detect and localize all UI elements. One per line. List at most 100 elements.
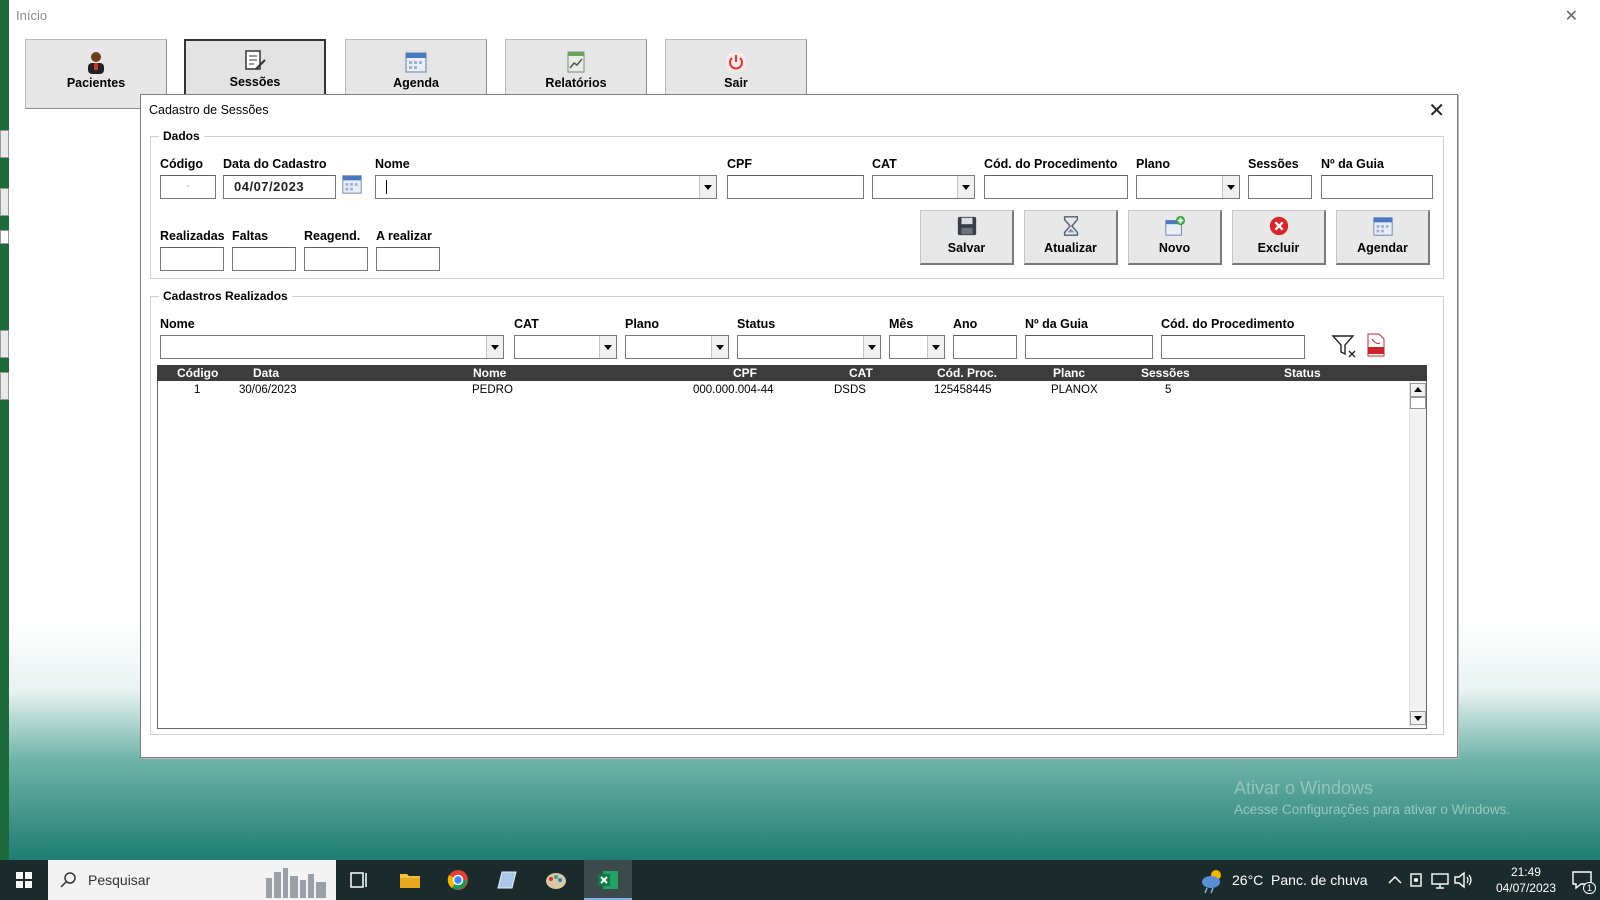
chevron-down-icon[interactable] [927,336,944,358]
taskbar-clock[interactable]: 21:49 04/07/2023 [1496,864,1556,896]
meet-now-icon[interactable] [1405,868,1429,892]
weather-rain-icon[interactable] [1199,866,1227,894]
chevron-down-icon[interactable] [711,336,728,358]
text-caret [386,180,387,194]
cat-label: CAT [872,157,897,171]
plano-combobox[interactable] [1136,175,1240,199]
dialog-close-button[interactable]: ✕ [1428,98,1445,123]
filter-nome-combobox[interactable] [160,335,504,359]
new-button[interactable]: Novo [1128,210,1222,265]
notes-app-icon[interactable] [496,868,520,892]
activation-watermark-title: Ativar o Windows [1234,778,1374,798]
filter-ano-field[interactable] [953,335,1017,359]
filter-nome-label: Nome [160,317,195,331]
filter-cat-label: CAT [514,317,539,331]
excel-taskbar-button[interactable] [584,860,632,900]
window-title: Início [16,8,48,23]
reagend-field[interactable] [304,247,368,271]
cell-cat: DSDS [834,384,866,396]
cell-data: 30/06/2023 [239,384,297,396]
filter-ano-label: Ano [953,317,978,331]
nav-label: Agenda [393,76,439,90]
city-skyline-icon [266,868,326,898]
volume-icon[interactable] [1451,868,1475,892]
power-icon [726,52,746,72]
taskbar-search-box[interactable]: Pesquisar [48,860,336,900]
sessoes-field[interactable] [1248,175,1312,199]
task-view-icon[interactable] [347,868,371,892]
chevron-down-icon[interactable] [699,176,716,198]
schedule-label: Agendar [1357,241,1408,255]
activation-watermark-text: Acesse Configurações para ativar o Windo… [1234,802,1511,817]
sessions-list[interactable]: 1 30/06/2023 PEDRO 000.000.004-44 DSDS 1… [157,381,1427,729]
pdf-export-icon[interactable] [1365,333,1387,357]
save-label: Salvar [947,241,986,255]
filter-mes-combobox[interactable] [889,335,945,359]
cat-combobox[interactable] [872,175,975,199]
column-header[interactable]: Código [177,366,218,380]
column-header[interactable]: Data [253,366,279,380]
table-row[interactable]: 1 30/06/2023 PEDRO 000.000.004-44 DSDS 1… [158,383,1408,398]
filter-cod-proc-label: Cód. do Procedimento [1161,317,1295,331]
left-window-edge [0,0,9,860]
cell-plano: PLANOX [1051,384,1098,396]
a-realizar-field[interactable] [376,247,440,271]
chevron-down-icon[interactable] [1222,176,1239,198]
column-header[interactable]: Nome [473,366,506,380]
nome-combobox[interactable] [375,175,717,199]
column-header[interactable]: Status [1284,366,1321,380]
realizadas-field[interactable] [160,247,224,271]
filter-plano-combobox[interactable] [625,335,729,359]
column-header[interactable]: Planc [1053,366,1085,380]
codigo-value: - [186,180,190,192]
file-explorer-icon[interactable] [398,868,422,892]
chevron-up-icon[interactable] [1383,868,1407,892]
calendar-picker-icon[interactable] [341,173,363,195]
calendar-icon [405,52,427,73]
chevron-down-icon[interactable] [599,336,616,358]
window-close-button[interactable]: ✕ [1565,6,1578,26]
chevron-down-icon[interactable] [863,336,880,358]
codigo-field[interactable]: - [160,175,216,199]
delete-button[interactable]: Excluir [1232,210,1326,265]
scroll-up-arrow-icon[interactable] [1410,383,1426,397]
taskbar: Pesquisar 26°C Panc. de chuva 21:49 04/0… [0,860,1600,900]
column-header[interactable]: Sessões [1141,366,1190,380]
column-header[interactable]: Cód. Proc. [937,366,997,380]
filter-mes-label: Mês [889,317,914,331]
clear-filter-icon[interactable] [1331,333,1357,359]
nome-label: Nome [375,157,410,171]
schedule-button[interactable]: Agendar [1336,210,1430,265]
column-header[interactable]: CPF [733,366,757,380]
filter-guia-field[interactable] [1025,335,1153,359]
filter-status-label: Status [737,317,776,331]
cod-procedimento-field[interactable] [984,175,1128,199]
cell-codigo: 1 [194,384,201,396]
notification-center-button[interactable]: 1 [1570,868,1596,894]
paint-app-icon[interactable] [544,868,568,892]
list-scrollbar[interactable] [1409,381,1426,727]
chrome-icon[interactable] [446,868,470,892]
edge-marker [0,330,9,358]
windows-start-icon[interactable] [0,860,48,900]
filter-cat-combobox[interactable] [514,335,617,359]
update-button[interactable]: Atualizar [1024,210,1118,265]
chevron-down-icon[interactable] [957,176,974,198]
data-cadastro-field[interactable]: 04/07/2023 [223,175,336,199]
nav-label: Relatórios [545,76,607,90]
guia-field[interactable] [1321,175,1433,199]
column-header[interactable]: CAT [849,366,873,380]
nav-label: Pacientes [66,76,126,90]
cpf-field[interactable] [727,175,864,199]
scroll-down-arrow-icon[interactable] [1410,711,1426,725]
filter-cod-proc-field[interactable] [1161,335,1305,359]
save-button[interactable]: Salvar [920,210,1014,265]
weather-text[interactable]: 26°C Panc. de chuva [1232,872,1368,888]
faltas-field[interactable] [232,247,296,271]
scroll-thumb[interactable] [1410,397,1426,409]
delete-label: Excluir [1257,241,1300,255]
chevron-down-icon[interactable] [486,336,503,358]
filter-status-combobox[interactable] [737,335,881,359]
edit-document-icon [245,50,266,70]
network-icon[interactable] [1428,868,1452,892]
